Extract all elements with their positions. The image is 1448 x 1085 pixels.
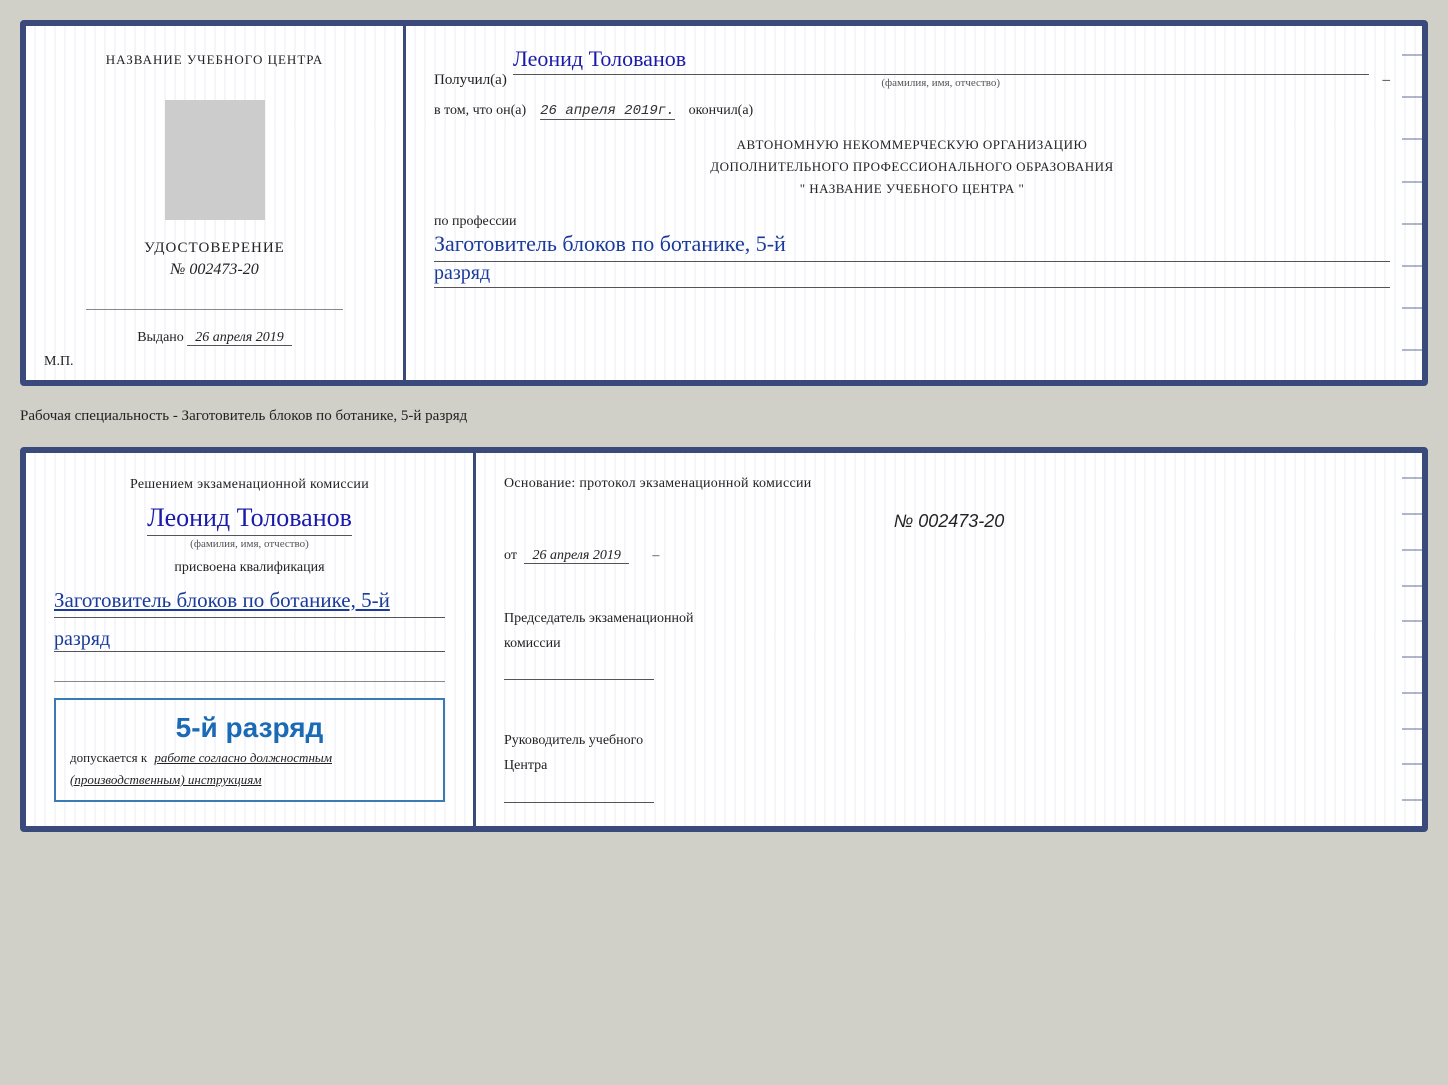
avtonom-block: АВТОНОМНУЮ НЕКОММЕРЧЕСКУЮ ОРГАНИЗАЦИЮ ДО…	[434, 134, 1390, 200]
side-bar-2	[1402, 96, 1422, 98]
dopusk-row: допускается к работе согласно должностны…	[70, 750, 429, 766]
side-bar-6	[1402, 265, 1422, 267]
dash-1: –	[1383, 72, 1391, 89]
profession-value: Заготовитель блоков по ботанике, 5-й	[434, 230, 1390, 262]
document-card-1: НАЗВАНИЕ УЧЕБНОГО ЦЕНТРА УДОСТОВЕРЕНИЕ №…	[20, 20, 1428, 386]
udostoverenie-label: УДОСТОВЕРЕНИЕ	[144, 240, 285, 257]
side-bar-4	[1402, 181, 1422, 183]
side-bar-8	[1402, 349, 1422, 351]
fio-subtitle-2: (фамилия, имя, отчество)	[190, 538, 309, 550]
osnovanie-text: Основание: протокол экзаменационной коми…	[504, 473, 1394, 495]
profession-value-2: Заготовитель блоков по ботанике, 5-й	[54, 586, 445, 618]
ot-date-val: 26 апреля 2019	[524, 548, 628, 564]
doc1-left-panel: НАЗВАНИЕ УЧЕБНОГО ЦЕНТРА УДОСТОВЕРЕНИЕ №…	[26, 26, 406, 380]
razryad-value-2: разряд	[54, 628, 445, 652]
side-bar-5	[1402, 223, 1422, 225]
fio-container: Леонид Толованов (фамилия, имя, отчество…	[513, 46, 1369, 89]
v-tom-prefix: в том, что он(а)	[434, 103, 526, 119]
side-bar-b2	[1402, 513, 1422, 515]
side-bar-b1	[1402, 477, 1422, 479]
side-bar-b3	[1402, 549, 1422, 551]
side-bar-b9	[1402, 763, 1422, 765]
vydano-label: Выдано	[137, 330, 184, 345]
predsedatel-signature-line	[504, 662, 654, 680]
avtonom-line1: АВТОНОМНУЮ НЕКОММЕРЧЕСКУЮ ОРГАНИЗАЦИЮ	[434, 134, 1390, 156]
name-block-2: Леонид Толованов (фамилия, имя, отчество…	[54, 503, 445, 550]
predsedatel-block: Председатель экзаменационной комиссии	[504, 606, 1394, 680]
empty-line-1	[54, 662, 445, 682]
rukovoditel-signature-line	[504, 785, 654, 803]
side-bar-b8	[1402, 728, 1422, 730]
okoncil-text: окончил(а)	[689, 103, 754, 119]
side-bar-7	[1402, 307, 1422, 309]
side-bars	[1402, 26, 1422, 380]
ot-label: от	[504, 548, 517, 563]
stamp-title: 5-й разряд	[70, 712, 429, 744]
document-card-2: Решением экзаменационной комиссии Леонид…	[20, 447, 1428, 832]
ot-date-row: от 26 апреля 2019 –	[504, 548, 1394, 564]
vydano-line: Выдано 26 апреля 2019	[137, 330, 292, 346]
fio-subtitle: (фамилия, имя, отчество)	[513, 77, 1369, 89]
doc1-number: № 002473-20	[170, 261, 258, 279]
separator-label: Рабочая специальность - Заготовитель бло…	[20, 402, 1428, 431]
side-bar-b6	[1402, 656, 1422, 658]
recipient-name-2: Леонид Толованов	[147, 503, 352, 536]
page-container: НАЗВАНИЕ УЧЕБНОГО ЦЕНТРА УДОСТОВЕРЕНИЕ №…	[20, 20, 1428, 832]
dopusk-text-2: (производственным) инструкциям	[70, 772, 262, 787]
side-bars-2	[1402, 453, 1422, 826]
side-bar-1	[1402, 54, 1422, 56]
rukovoditel-block: Руководитель учебного Центра	[504, 728, 1394, 802]
poluchil-prefix: Получил(а)	[434, 72, 507, 89]
dopusk-prefix: допускается к	[70, 750, 147, 765]
po-professii-block: по профессии Заготовитель блоков по бота…	[434, 214, 1390, 288]
avtonom-line2: ДОПОЛНИТЕЛЬНОГО ПРОФЕССИОНАЛЬНОГО ОБРАЗО…	[434, 156, 1390, 178]
predsedatel-line1: Председатель экзаменационной	[504, 606, 1394, 631]
recipient-name: Леонид Толованов	[513, 46, 1369, 75]
photo-placeholder	[165, 100, 265, 220]
resheniem-text: Решением экзаменационной комиссии	[54, 477, 445, 493]
v-tom-row: в том, что он(а) 26 апреля 2019г. окончи…	[434, 103, 1390, 120]
side-bar-3	[1402, 138, 1422, 140]
protocol-number: № 002473-20	[504, 511, 1394, 532]
po-professii-label: по профессии	[434, 214, 517, 229]
rukovoditel-line2: Центра	[504, 753, 1394, 778]
doc1-right-panel: Получил(а) Леонид Толованов (фамилия, им…	[406, 26, 1422, 380]
training-center-label: НАЗВАНИЕ УЧЕБНОГО ЦЕНТРА	[106, 50, 323, 70]
poluchil-row: Получил(а) Леонид Толованов (фамилия, им…	[434, 46, 1390, 89]
rukovoditel-line1: Руководитель учебного	[504, 728, 1394, 753]
side-bar-b5	[1402, 620, 1422, 622]
side-bar-b10	[1402, 799, 1422, 801]
side-bar-b4	[1402, 585, 1422, 587]
dash-right-2: –	[652, 548, 659, 563]
prisvoena-text: присвоена квалификация	[54, 560, 445, 576]
dopusk-text: работе согласно должностным	[154, 750, 332, 765]
dopusk-row-2: (производственным) инструкциям	[70, 772, 429, 788]
mp-label: М.П.	[44, 354, 74, 370]
predsedatel-line2: комиссии	[504, 631, 1394, 656]
v-tom-date: 26 апреля 2019г.	[540, 103, 674, 120]
doc2-left-panel: Решением экзаменационной комиссии Леонид…	[26, 453, 476, 826]
side-bar-b7	[1402, 692, 1422, 694]
avtonom-line3: " НАЗВАНИЕ УЧЕБНОГО ЦЕНТРА "	[434, 178, 1390, 200]
stamp-box: 5-й разряд допускается к работе согласно…	[54, 698, 445, 802]
razryad-value: разряд	[434, 262, 1390, 288]
vydano-date: 26 апреля 2019	[187, 330, 291, 346]
doc2-right-panel: Основание: протокол экзаменационной коми…	[476, 453, 1422, 826]
